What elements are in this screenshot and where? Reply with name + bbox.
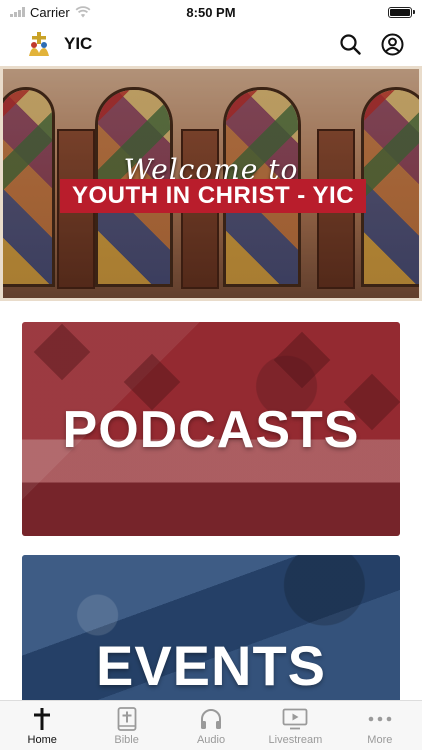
tab-audio[interactable]: Audio <box>169 701 253 750</box>
app-title: YIC <box>64 34 93 53</box>
tab-home[interactable]: Home <box>0 701 84 750</box>
tab-bible[interactable]: Bible <box>84 701 168 750</box>
tv-play-icon <box>283 708 308 729</box>
events-card[interactable]: EVENTS <box>22 555 400 705</box>
yic-logo-icon[interactable] <box>26 31 52 57</box>
status-left: Carrier <box>10 5 91 20</box>
wifi-icon <box>75 6 91 18</box>
tab-bar: Home Bible Audio Livestream More <box>0 700 422 750</box>
search-icon <box>340 34 361 55</box>
search-button[interactable] <box>338 32 362 56</box>
account-icon <box>381 33 403 55</box>
hero-title-banner: YOUTH IN CHRIST - YIC <box>60 179 366 213</box>
bible-icon <box>117 706 137 731</box>
events-card-label: EVENTS <box>95 634 327 697</box>
more-dots-icon <box>368 716 392 721</box>
profile-button[interactable] <box>380 32 404 56</box>
tab-more-label: More <box>367 733 393 746</box>
podcasts-card-label: PODCASTS <box>62 401 360 459</box>
status-bar: Carrier 8:50 PM <box>0 0 422 24</box>
podcasts-card[interactable]: PODCASTS <box>22 322 400 536</box>
carrier-label: Carrier <box>30 4 70 20</box>
tab-livestream[interactable]: Livestream <box>253 701 337 750</box>
tab-livestream-label: Livestream <box>268 733 323 746</box>
cross-icon <box>34 707 51 730</box>
app-header: YIC <box>0 24 422 64</box>
signal-icon <box>10 7 25 17</box>
headphones-icon <box>201 708 222 729</box>
tab-bible-label: Bible <box>114 733 139 746</box>
tab-home-label: Home <box>27 733 57 746</box>
tab-more[interactable]: More <box>338 701 422 750</box>
tab-audio-label: Audio <box>196 733 226 746</box>
hero-banner[interactable]: Welcome to YOUTH IN CHRIST - YIC <box>0 66 422 301</box>
battery-icon <box>388 6 415 18</box>
